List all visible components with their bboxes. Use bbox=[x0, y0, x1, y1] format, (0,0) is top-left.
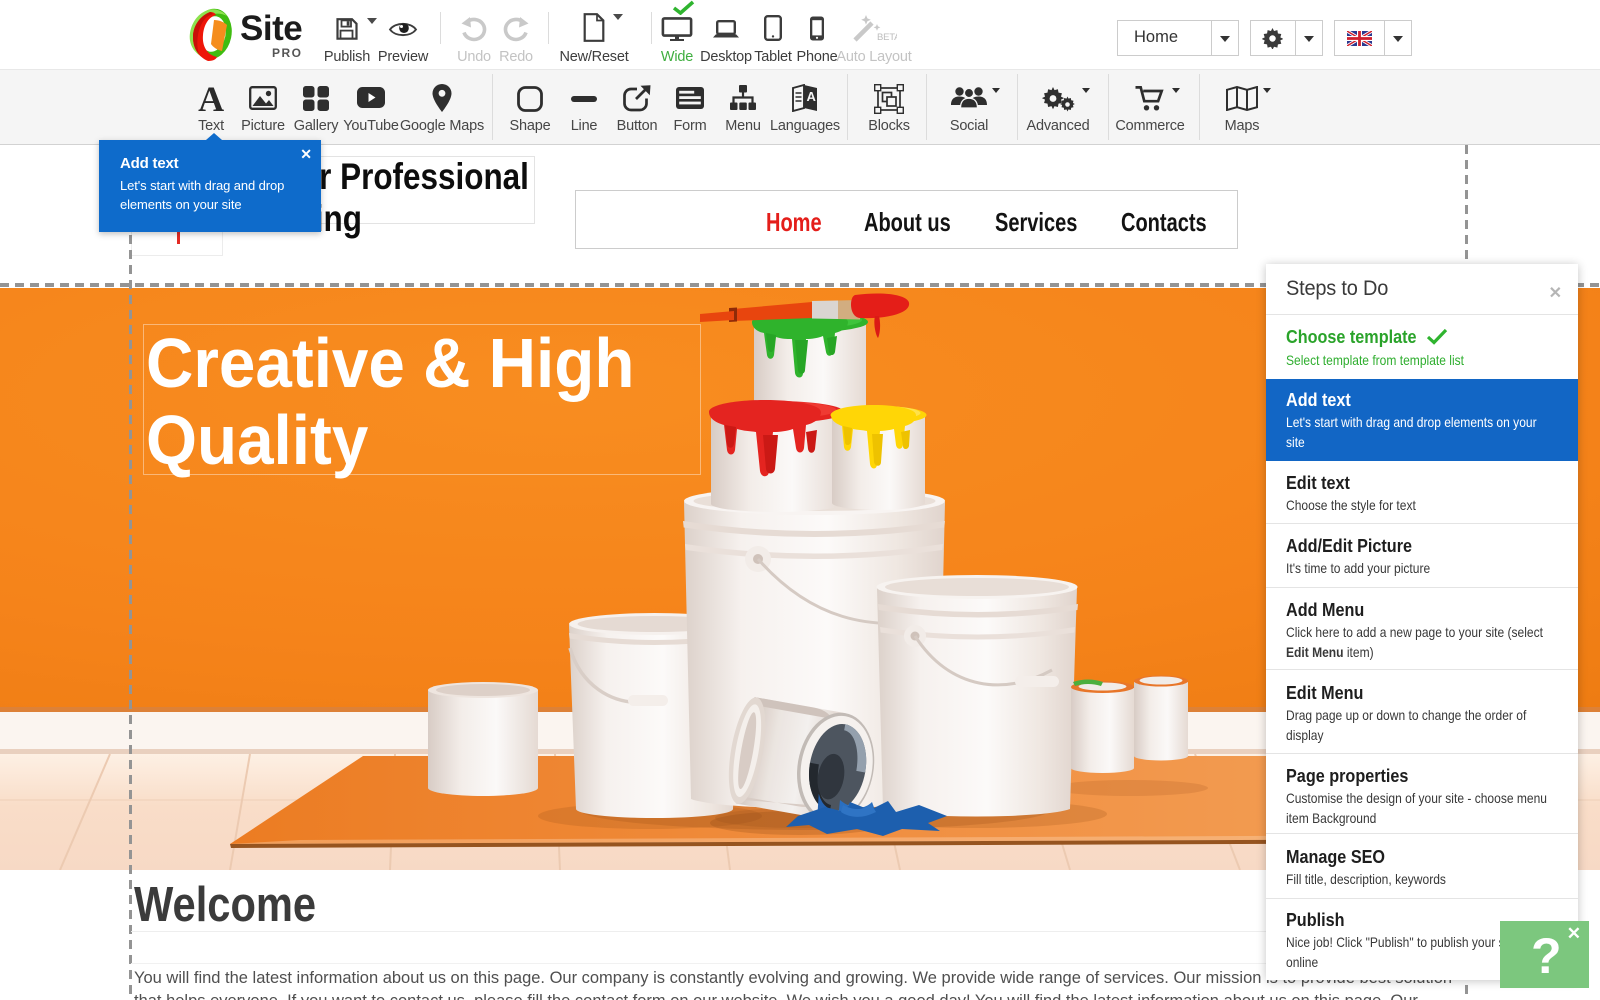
svg-text:BETA: BETA bbox=[877, 32, 897, 43]
svg-text:A: A bbox=[807, 89, 817, 104]
